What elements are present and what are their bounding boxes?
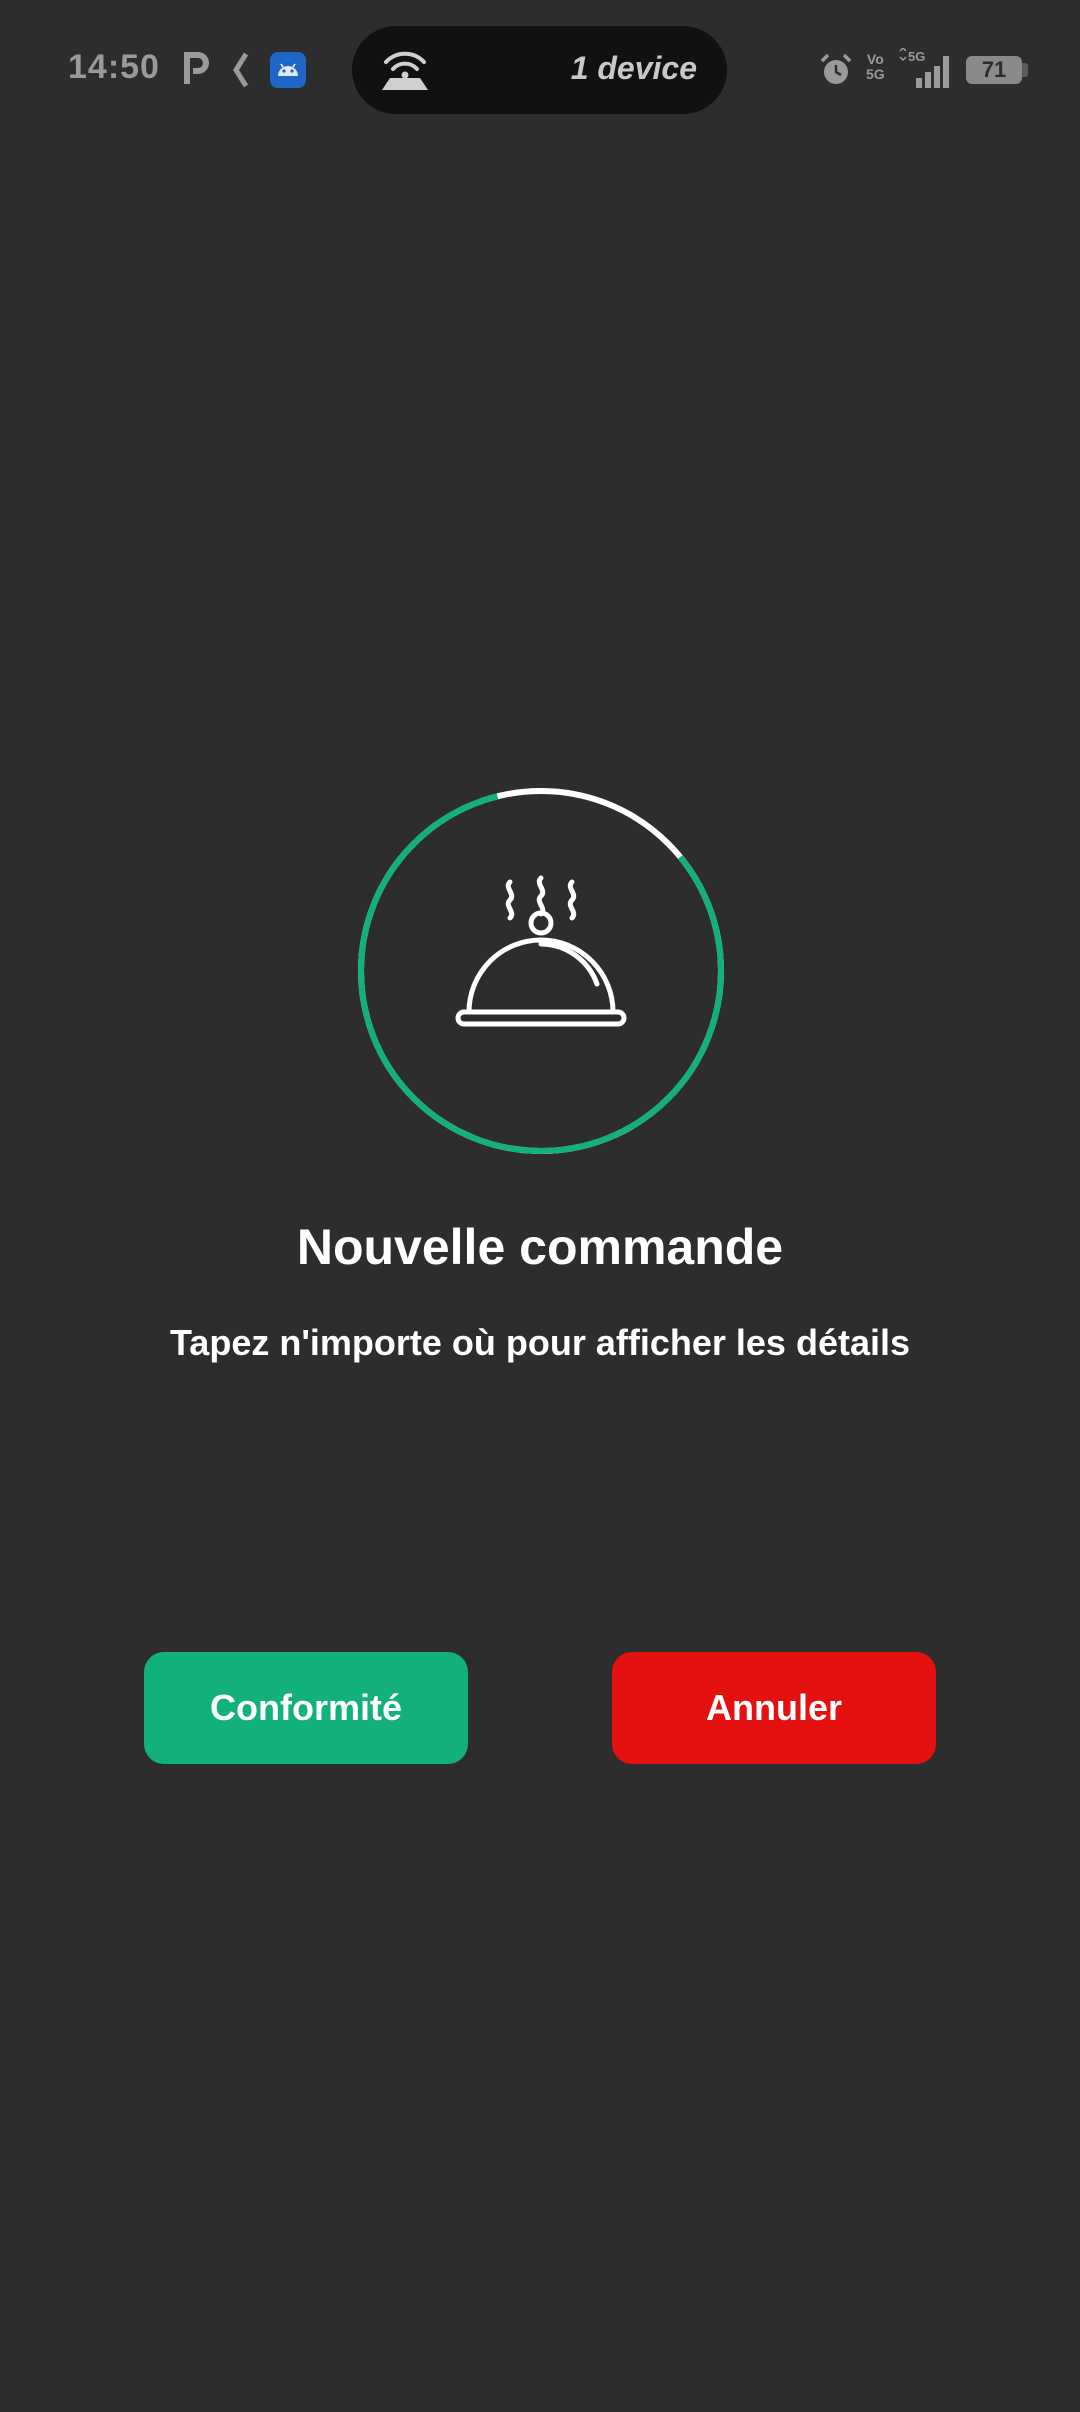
- android-icon: [270, 52, 306, 88]
- food-cloche-icon: [455, 875, 627, 1027]
- alarm-icon: [818, 52, 854, 93]
- battery-cap: [1022, 63, 1028, 77]
- volte-icon: Vo 5G: [866, 51, 885, 82]
- hotspot-icon: [380, 48, 430, 97]
- confirm-button[interactable]: Conformité: [144, 1652, 468, 1764]
- countdown-ring-progress: [358, 787, 724, 1154]
- hotspot-device-count: 1 device: [570, 50, 697, 86]
- countdown-ring: [356, 786, 726, 1156]
- signal-icon: 5G: [896, 46, 954, 93]
- svg-text:5G: 5G: [908, 49, 925, 64]
- k-app-icon: [230, 52, 252, 93]
- cancel-button[interactable]: Annuler: [612, 1652, 936, 1764]
- order-title: Nouvelle commande: [296, 1219, 784, 1275]
- parking-p-icon: [184, 52, 210, 91]
- order-subtitle[interactable]: Tapez n'importe où pour afficher les dét…: [0, 1322, 1080, 1364]
- status-bar: 14:50 1 device Vo 5G 5G 71: [0, 0, 1080, 140]
- status-time: 14:50: [68, 48, 160, 86]
- new-order-screen[interactable]: 14:50 1 device Vo 5G 5G 71 Nouvelle comm…: [0, 0, 1080, 2412]
- hotspot-indicator[interactable]: 1 device: [352, 26, 727, 114]
- battery-icon: 71: [966, 56, 1022, 84]
